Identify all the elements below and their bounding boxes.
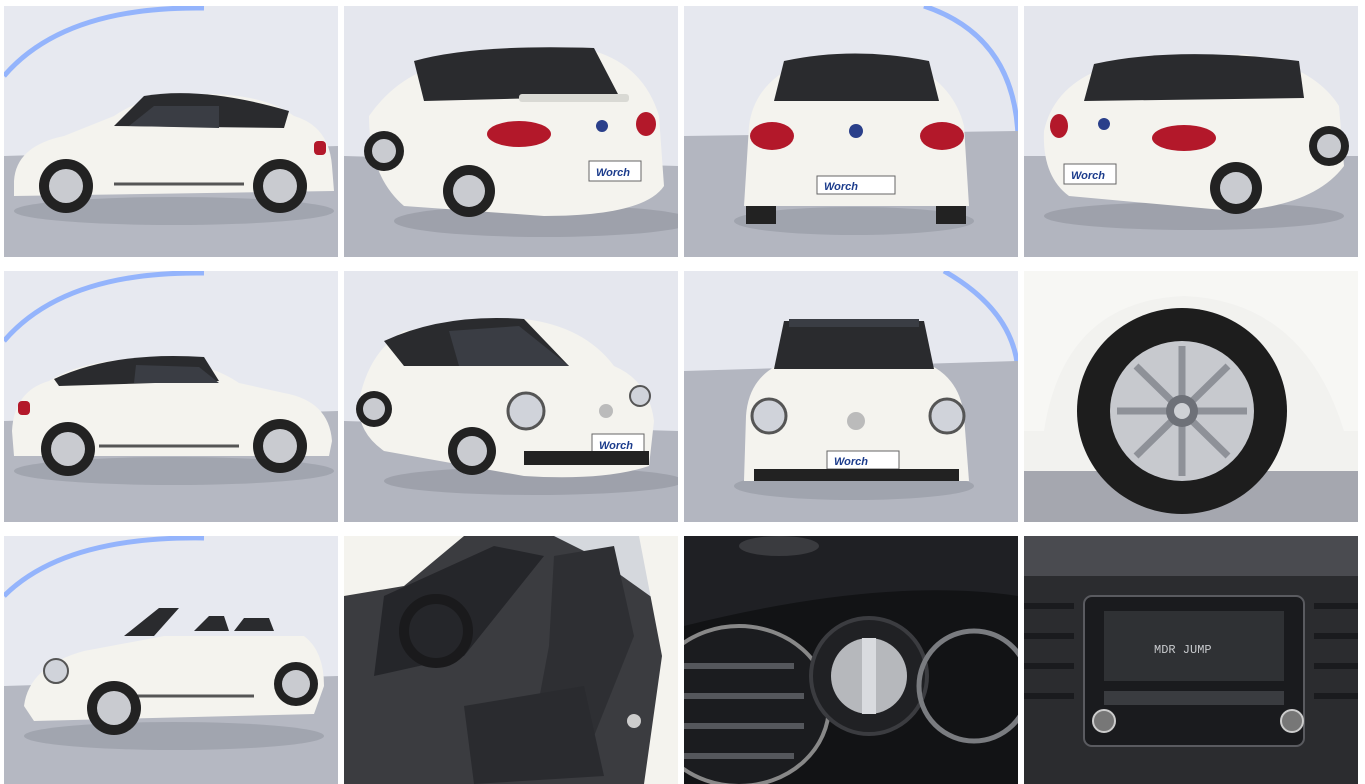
license-plate-text: Worch <box>834 456 868 468</box>
car-open-top-image <box>4 536 338 784</box>
radio-image: MDR JUMP <box>1024 536 1358 784</box>
car-side-left-image <box>4 6 338 257</box>
car-rear-three-quarter-left-image: Worch <box>344 6 678 257</box>
gallery-photo-radio[interactable]: MDR JUMP <box>1024 536 1358 784</box>
light-switch-image <box>684 536 1018 784</box>
gallery-photo-light-switch[interactable] <box>684 536 1018 784</box>
gallery-photo-rear-three-quarter-left[interactable]: Worch <box>344 6 678 257</box>
gallery-photo-wheel[interactable] <box>1024 271 1358 522</box>
radio-display-text: MDR JUMP <box>1154 643 1212 657</box>
wheel-detail-image <box>1024 271 1358 522</box>
gallery-photo-front[interactable]: Worch <box>684 271 1018 522</box>
license-plate-text: Worch <box>596 167 630 179</box>
gallery-photo-rear-three-quarter-right[interactable]: Worch <box>1024 6 1358 257</box>
license-plate-text: Worch <box>1071 170 1105 182</box>
car-side-right-image <box>4 271 338 522</box>
gallery-photo-rear[interactable]: Worch <box>684 6 1018 257</box>
license-plate-text: Worch <box>599 440 633 452</box>
gallery-photo-side-right[interactable] <box>4 271 338 522</box>
car-rear-image: Worch <box>684 6 1018 257</box>
license-plate-text: Worch <box>824 181 858 193</box>
gallery-photo-front-three-quarter[interactable]: Worch <box>344 271 678 522</box>
photo-gallery: Worch Worch Worch Worch Worch MDR JUMP <box>0 0 1365 784</box>
car-front-three-quarter-image: Worch <box>344 271 678 522</box>
car-front-image: Worch <box>684 271 1018 522</box>
gallery-photo-convertible-open[interactable] <box>4 536 338 784</box>
gallery-photo-side-left[interactable] <box>4 6 338 257</box>
car-rear-three-quarter-right-image: Worch <box>1024 6 1358 257</box>
interior-seats-image <box>344 536 678 784</box>
gallery-photo-interior[interactable] <box>344 536 678 784</box>
